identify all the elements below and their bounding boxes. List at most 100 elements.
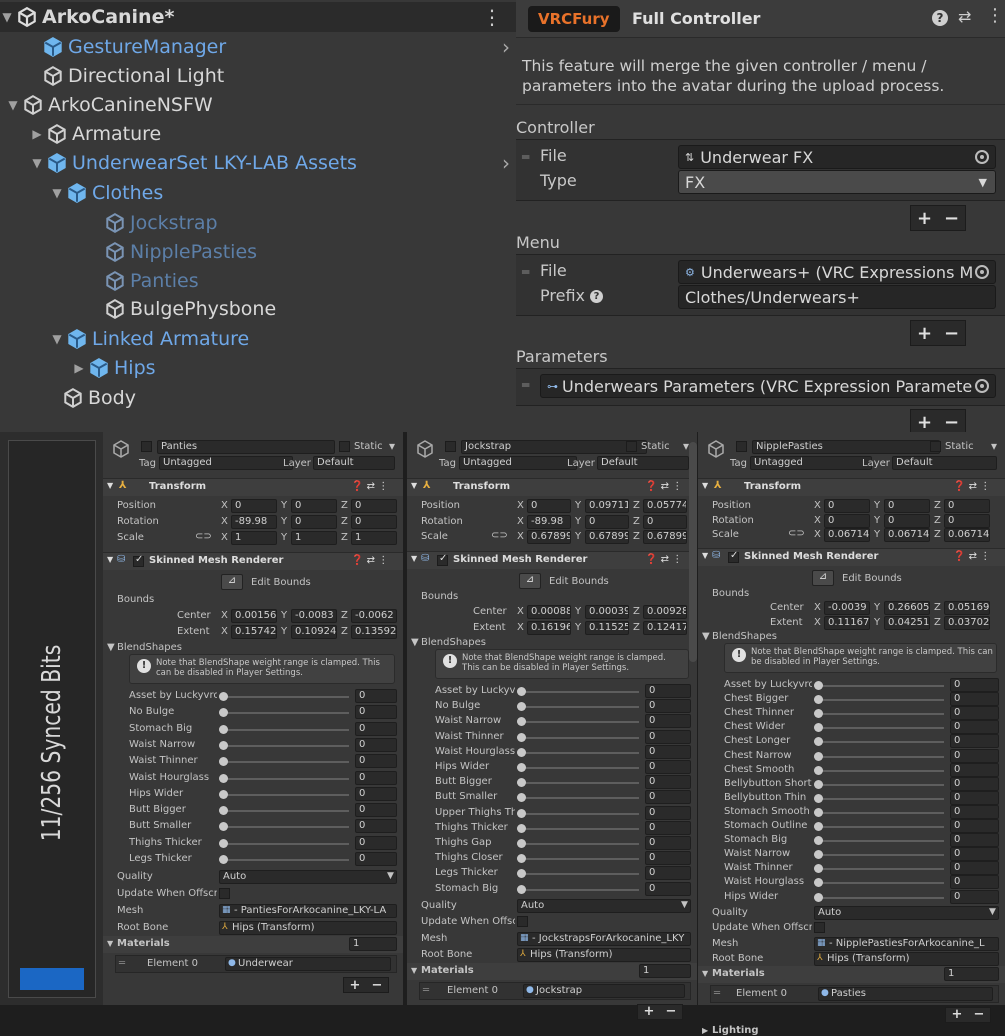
hierarchy-item[interactable]: NipplePasties	[0, 237, 516, 266]
remove-button[interactable]: −	[974, 1007, 985, 1022]
blendshape-slider-track[interactable]	[517, 827, 639, 830]
blendshape-slider-track[interactable]	[814, 840, 944, 843]
quality-dropdown[interactable]: Auto	[219, 870, 397, 885]
position-x-field[interactable]: 0	[231, 499, 277, 513]
expand-arrow-icon[interactable]: ▶	[30, 127, 44, 141]
extent-z-field[interactable]: 0.03702	[944, 615, 990, 630]
center-x-field[interactable]: 0.00088	[527, 605, 571, 619]
transform-header[interactable]: ▼ ⅄ Transform ❓ ⇄ ⋮	[698, 478, 1005, 496]
element-material-field[interactable]: Pasties	[818, 986, 993, 1001]
position-y-field[interactable]: 0.097114	[585, 499, 629, 513]
skinned-mesh-renderer-header[interactable]: ▼ ⛁ Skinned Mesh Renderer ❓ ⇄ ⋮	[698, 547, 1005, 566]
menu-file-field[interactable]: ⚙ Underwears+ (VRC Expressions M	[678, 260, 996, 284]
extent-y-field[interactable]: 0.115255	[585, 620, 629, 635]
blendshape-slider-track[interactable]	[517, 782, 639, 785]
blendshape-value[interactable]: 0	[355, 786, 397, 801]
blendshape-slider-track[interactable]	[517, 812, 639, 815]
blendshape-value[interactable]: 0	[950, 734, 999, 749]
hierarchy-item[interactable]: GestureManager ›	[0, 32, 516, 61]
edit-bounds-button[interactable]: ⊿	[812, 569, 834, 586]
blendshape-value[interactable]: 0	[950, 833, 999, 848]
scene-header[interactable]: ▼ ArkoCanine* ⋮	[0, 2, 516, 32]
expand-arrow-icon[interactable]: ▼	[50, 332, 64, 346]
blendshape-slider-knob[interactable]	[814, 737, 823, 747]
prefab-open-icon[interactable]: ›	[502, 151, 510, 175]
center-z-field[interactable]: 0.00928	[643, 605, 687, 619]
blendshape-slider-knob[interactable]	[219, 822, 228, 832]
blendshape-value[interactable]: 0	[645, 684, 691, 698]
blendshape-value[interactable]: 0	[950, 804, 999, 819]
blendshape-slider-track[interactable]	[219, 744, 349, 747]
blendshape-slider-knob[interactable]	[814, 751, 823, 761]
blendshape-value[interactable]: 0	[950, 889, 999, 904]
center-x-field[interactable]: 0.00156	[231, 609, 277, 623]
blendshape-slider-track[interactable]	[517, 751, 639, 754]
hierarchy-item[interactable]: ▶ Armature	[0, 119, 516, 148]
blendshape-value[interactable]: 0	[950, 790, 999, 805]
drag-handle-icon[interactable]: ═	[522, 150, 529, 164]
position-x-field[interactable]: 0	[527, 499, 571, 513]
blendshape-slider-track[interactable]	[219, 696, 349, 698]
extent-z-field[interactable]: 0.124177	[643, 620, 687, 635]
rotation-z-field[interactable]: 0	[351, 515, 397, 529]
edit-bounds-button[interactable]: ⊿	[519, 572, 541, 589]
blendshape-slider-track[interactable]	[814, 755, 944, 758]
blendshape-slider-track[interactable]	[814, 699, 944, 702]
name-input[interactable]: Jockstrap	[461, 440, 647, 454]
blendshape-slider-knob[interactable]	[517, 702, 526, 712]
blendshape-slider-track[interactable]	[219, 859, 349, 861]
rotation-x-field[interactable]: -89.98	[527, 514, 571, 529]
root-bone-field[interactable]: Hips (Transform)	[517, 948, 691, 963]
blendshapes-label[interactable]: ▼	[411, 637, 419, 648]
center-y-field[interactable]: 0.26605	[884, 601, 930, 615]
remove-button[interactable]: −	[944, 323, 959, 344]
blendshape-slider-knob[interactable]	[517, 823, 526, 833]
blendshape-slider-knob[interactable]	[814, 822, 823, 831]
add-button[interactable]: +	[917, 323, 932, 344]
expand-arrow-icon[interactable]: ▼	[50, 186, 64, 200]
active-checkbox[interactable]	[736, 441, 747, 452]
rotation-z-field[interactable]: 0	[944, 513, 990, 528]
transform-header[interactable]: ▼ ⅄ Transform ❓ ⇄ ⋮	[407, 478, 697, 496]
position-y-field[interactable]: 0	[884, 499, 930, 513]
blendshape-value[interactable]: 0	[355, 819, 397, 834]
drag-handle-icon[interactable]: ═	[714, 988, 720, 999]
constrain-link-icon[interactable]: ⊂⊃	[195, 531, 212, 542]
blendshape-slider-knob[interactable]	[517, 732, 526, 742]
hierarchy-item[interactable]: Body	[0, 383, 516, 412]
position-z-field[interactable]: 0.05774	[643, 499, 687, 513]
element-material-field[interactable]: Jockstrap	[523, 983, 685, 998]
blendshapes-label[interactable]: ▼	[107, 642, 115, 653]
hierarchy-item[interactable]: ▼ UnderwearSet LKY-LAB Assets ›	[0, 148, 516, 177]
blendshape-slider-track[interactable]	[219, 777, 349, 780]
rotation-x-field[interactable]: -89.98	[231, 515, 277, 529]
drag-handle-icon[interactable]: ═	[119, 958, 125, 969]
tag-dropdown[interactable]: Untagged	[750, 456, 872, 470]
blendshape-value[interactable]: 0	[645, 744, 691, 759]
header-icons[interactable]: ❓ ⇄ ⋮	[351, 555, 388, 566]
blendshape-slider-knob[interactable]	[517, 854, 526, 864]
hierarchy-item[interactable]: ▼ Linked Armature	[0, 324, 516, 353]
hierarchy-item[interactable]: BulgePhysbone	[0, 294, 516, 323]
rotation-x-field[interactable]: 0	[824, 513, 870, 528]
foldout-arrow-icon[interactable]: ▼	[107, 939, 113, 948]
skinned-mesh-renderer-header[interactable]: ▼ ⛁ Skinned Mesh Renderer ❓ ⇄ ⋮	[103, 552, 403, 570]
blendshape-slider-track[interactable]	[517, 858, 639, 861]
mesh-field[interactable]: - JockstrapsForArkocanine_LKY	[517, 931, 691, 946]
blendshape-value[interactable]: 0	[645, 836, 691, 850]
skinned-mesh-renderer-header[interactable]: ▼ ⛁ Skinned Mesh Renderer ❓ ⇄ ⋮	[407, 550, 697, 569]
tag-dropdown[interactable]: Untagged	[159, 456, 293, 470]
edit-bounds-button[interactable]: ⊿	[221, 574, 243, 590]
scale-z-field[interactable]: 1	[351, 531, 397, 545]
kebab-menu-icon[interactable]: ⋮	[482, 5, 502, 29]
blendshape-slider-track[interactable]	[814, 783, 944, 786]
position-x-field[interactable]: 0	[824, 499, 870, 513]
enabled-checkbox[interactable]	[728, 550, 739, 563]
blendshape-slider-track[interactable]	[814, 713, 944, 716]
remove-button[interactable]: −	[666, 1004, 677, 1019]
expand-arrow-icon[interactable]: ▼	[0, 10, 14, 24]
layer-dropdown[interactable]: Default	[597, 456, 689, 470]
blendshape-value[interactable]: 0	[950, 720, 999, 735]
blendshape-slider-knob[interactable]	[517, 747, 526, 757]
blendshape-value[interactable]: 0	[355, 835, 397, 850]
